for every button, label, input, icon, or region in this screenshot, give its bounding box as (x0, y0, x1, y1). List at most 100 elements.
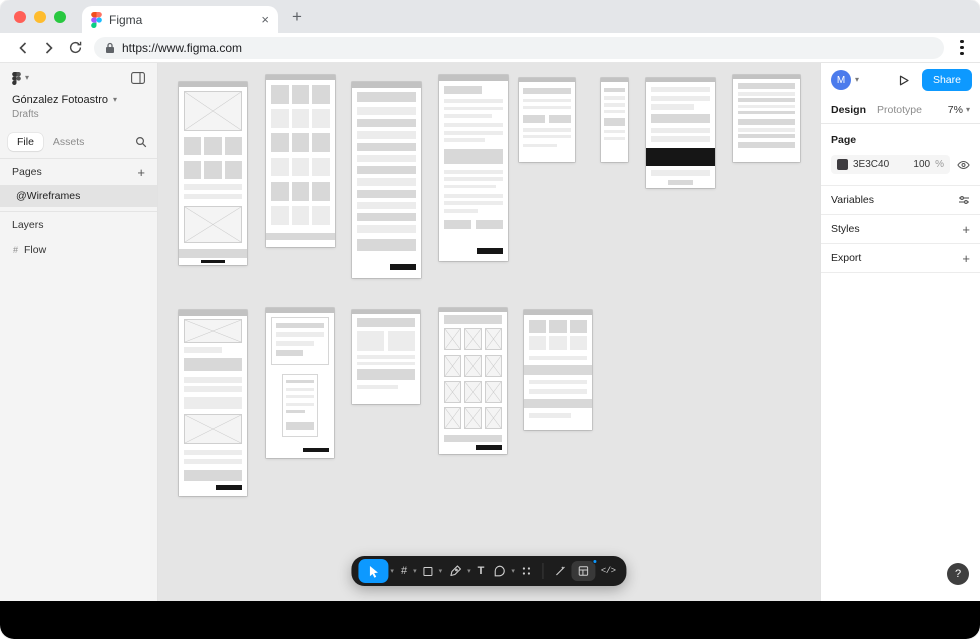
dev-mode-toggle[interactable] (571, 559, 598, 581)
text-tool-button[interactable]: T (474, 559, 489, 583)
section-styles[interactable]: Styles + (821, 215, 980, 244)
magic-tool-button[interactable] (551, 559, 571, 583)
wireframe-block (356, 385, 398, 389)
avatar[interactable]: M (831, 70, 851, 90)
forward-button[interactable] (36, 35, 62, 61)
wireframe-block (291, 109, 310, 129)
wireframe-block (312, 109, 331, 129)
minimize-window-button[interactable] (34, 10, 46, 23)
page-item-wireframes[interactable]: @Wireframes (0, 185, 157, 207)
wireframe-block (733, 75, 800, 80)
wireframe-block (286, 380, 314, 383)
code-tool-button[interactable]: </> (597, 559, 620, 583)
window-controls (0, 10, 78, 23)
page-color-input[interactable]: 3E3C40 100 % (831, 155, 950, 174)
wireframe-block (443, 99, 504, 103)
wireframe-block (356, 213, 417, 222)
move-tool-button[interactable] (358, 559, 389, 583)
frame-tool-button[interactable]: # (397, 559, 411, 583)
section-export[interactable]: Export + (821, 244, 980, 273)
wireframe-block (286, 387, 314, 391)
page-section-label: Page (831, 134, 857, 146)
new-tab-button[interactable]: + (292, 8, 302, 25)
present-button[interactable] (895, 75, 913, 86)
share-button[interactable]: Share (921, 69, 972, 91)
figma-favicon-icon (91, 11, 102, 28)
wireframe-block (356, 189, 417, 198)
wireframe-block (312, 181, 331, 201)
wireframe-block (668, 180, 693, 185)
wireframe-block (549, 336, 567, 350)
add-style-button[interactable]: + (962, 223, 970, 236)
canvas-frame[interactable] (439, 308, 507, 454)
wireframe-block (650, 136, 711, 142)
address-bar[interactable]: https://www.figma.com (94, 36, 944, 59)
wireframe-block (286, 395, 314, 398)
chevron-down-icon[interactable]: ▾ (390, 568, 394, 575)
canvas-frame[interactable] (519, 78, 575, 162)
wireframe-block (737, 98, 796, 102)
chevron-down-icon[interactable]: ▾ (855, 76, 859, 84)
chevron-down-icon: ▾ (25, 73, 30, 82)
wireframe-block (737, 82, 796, 89)
search-icon[interactable] (135, 136, 149, 148)
add-export-button[interactable]: + (962, 252, 970, 265)
canvas-frame[interactable] (524, 310, 592, 430)
wireframe-block (604, 130, 625, 134)
add-page-button[interactable]: + (137, 166, 145, 179)
browser-menu-button[interactable] (954, 37, 970, 59)
wireframe-block (183, 386, 243, 392)
browser-tab[interactable]: Figma × (82, 6, 278, 33)
tab-file[interactable]: File (8, 133, 43, 151)
wireframe-block (183, 469, 243, 482)
canvas-frame[interactable] (733, 75, 800, 162)
wireframe-block (183, 206, 243, 244)
chevron-down-icon[interactable]: ▾ (439, 568, 443, 575)
team-selector[interactable]: Gónzalez Fotoastro ▾ (12, 94, 145, 106)
reload-button[interactable] (62, 35, 88, 61)
wireframe-block (183, 449, 243, 456)
visibility-eye-icon[interactable] (957, 160, 970, 170)
chevron-down-icon[interactable]: ▾ (511, 568, 515, 575)
canvas-frame[interactable] (646, 78, 715, 188)
chevron-down-icon[interactable]: ▾ (413, 568, 417, 575)
wireframe-block (270, 85, 289, 105)
help-button[interactable]: ? (947, 563, 969, 585)
section-variables[interactable]: Variables (821, 186, 980, 215)
wireframe-block (443, 184, 497, 189)
canvas-frame[interactable] (439, 75, 508, 261)
wireframe-block (464, 381, 482, 403)
actions-tool-button[interactable] (518, 559, 536, 583)
layer-item-flow[interactable]: # Flow (0, 238, 157, 262)
color-swatch[interactable] (837, 159, 848, 170)
close-window-button[interactable] (14, 10, 26, 23)
canvas-frame[interactable] (266, 75, 335, 247)
canvas-frame[interactable] (266, 308, 334, 458)
comment-tool-button[interactable] (489, 559, 509, 583)
zoom-window-button[interactable] (54, 10, 66, 23)
canvas-frame[interactable] (179, 310, 247, 496)
wireframe-block (286, 422, 314, 430)
wireframe-block (443, 194, 504, 198)
code-icon: </> (600, 566, 616, 576)
canvas[interactable]: ▾ # ▾ ▾ ▾ T ▾ </> (158, 63, 820, 601)
canvas-frame[interactable] (352, 310, 420, 404)
tab-design[interactable]: Design (831, 104, 866, 116)
pen-tool-button[interactable] (445, 559, 465, 583)
canvas-frame[interactable] (352, 82, 421, 278)
shape-tool-button[interactable] (420, 559, 437, 583)
back-button[interactable] (10, 35, 36, 61)
canvas-frame[interactable] (179, 82, 247, 265)
lock-icon (105, 42, 115, 54)
figma-menu-button[interactable]: ▾ (12, 71, 30, 85)
wireframe-block (443, 177, 504, 182)
wireframe-block (523, 128, 571, 132)
close-tab-icon[interactable]: × (261, 13, 269, 26)
chevron-down-icon[interactable]: ▾ (467, 568, 471, 575)
canvas-frame[interactable] (601, 78, 628, 162)
tab-assets[interactable]: Assets (49, 133, 89, 151)
toggle-sidebar-button[interactable] (131, 72, 145, 84)
zoom-menu[interactable]: 7% ▾ (948, 104, 970, 116)
wireframe-block (569, 319, 588, 333)
tab-prototype[interactable]: Prototype (877, 104, 922, 116)
